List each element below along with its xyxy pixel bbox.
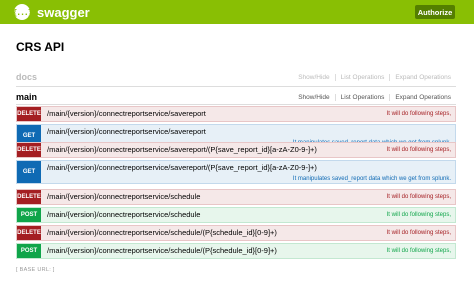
method-badge[interactable]: DELETE <box>17 226 41 240</box>
method-badge[interactable]: POST <box>17 208 41 222</box>
section-docs[interactable]: docs Show/Hide List Operations Expand Op… <box>16 72 456 86</box>
operation-row[interactable]: DELETE /main/{version}/connectreportserv… <box>16 106 456 122</box>
section-name-main[interactable]: main <box>16 92 37 102</box>
top-bar: {...} swagger Authorize <box>0 0 474 24</box>
expand-operations-link[interactable]: Expand Operations <box>389 74 456 81</box>
operation-path[interactable]: /main/{version}/connectreportservice/sav… <box>47 127 206 136</box>
section-links: Show/Hide List Operations Expand Operati… <box>293 94 456 101</box>
section-links: Show/Hide List Operations Expand Operati… <box>293 74 456 81</box>
logo-text: swagger <box>37 4 90 20</box>
operation-path[interactable]: /main/{version}/connectreportservice/sav… <box>47 163 317 172</box>
base-url-label: [ BASE URL: ] <box>16 267 55 273</box>
divider <box>16 104 456 105</box>
operation-summary[interactable]: It will do following steps, <box>387 147 451 153</box>
operation-path[interactable]: /main/{version}/connectreportservice/sch… <box>47 210 200 219</box>
operation-path[interactable]: /main/{version}/connectreportservice/sav… <box>47 145 317 154</box>
operation-path[interactable]: /main/{version}/connectreportservice/sch… <box>47 246 277 255</box>
authorize-button[interactable]: Authorize <box>415 5 455 19</box>
list-operations-link[interactable]: List Operations <box>334 74 390 81</box>
method-badge[interactable]: POST <box>17 244 41 258</box>
operation-summary[interactable]: It will do following steps, <box>387 230 451 236</box>
operation-path[interactable]: /main/{version}/connectreportservice/sch… <box>47 192 200 201</box>
operation-summary[interactable]: It will do following steps, <box>387 194 451 200</box>
method-badge[interactable]: DELETE <box>17 143 41 157</box>
operation-path[interactable]: /main/{version}/connectreportservice/sav… <box>47 109 206 118</box>
operation-row[interactable]: DELETE /main/{version}/connectreportserv… <box>16 142 456 158</box>
expand-operations-link[interactable]: Expand Operations <box>389 94 456 101</box>
swagger-braces-icon: {...} <box>12 4 33 20</box>
operation-row[interactable]: POST /main/{version}/connectreportservic… <box>16 243 456 259</box>
show-hide-link[interactable]: Show/Hide <box>293 74 334 81</box>
operation-row[interactable]: GET /main/{version}/connectreportservice… <box>16 160 456 184</box>
operation-summary[interactable]: It manipulates saved_report data which w… <box>293 176 451 182</box>
method-badge[interactable]: DELETE <box>17 190 41 204</box>
swagger-logo[interactable]: {...} swagger <box>12 3 90 21</box>
list-operations-link[interactable]: List Operations <box>334 94 390 101</box>
operation-row[interactable]: DELETE /main/{version}/connectreportserv… <box>16 225 456 241</box>
operation-path[interactable]: /main/{version}/connectreportservice/sch… <box>47 228 277 237</box>
method-badge[interactable]: GET <box>17 161 41 183</box>
operation-summary[interactable]: It will do following steps, <box>387 248 451 254</box>
operation-summary[interactable]: It will do following steps, <box>387 111 451 117</box>
operation-row[interactable]: DELETE /main/{version}/connectreportserv… <box>16 189 456 205</box>
show-hide-link[interactable]: Show/Hide <box>293 94 334 101</box>
page-title: CRS API <box>16 40 65 54</box>
method-badge[interactable]: DELETE <box>17 107 41 121</box>
divider <box>16 86 456 87</box>
section-name-docs[interactable]: docs <box>16 72 37 82</box>
operation-row[interactable]: POST /main/{version}/connectreportservic… <box>16 207 456 223</box>
operation-summary[interactable]: It will do following steps, <box>387 212 451 218</box>
